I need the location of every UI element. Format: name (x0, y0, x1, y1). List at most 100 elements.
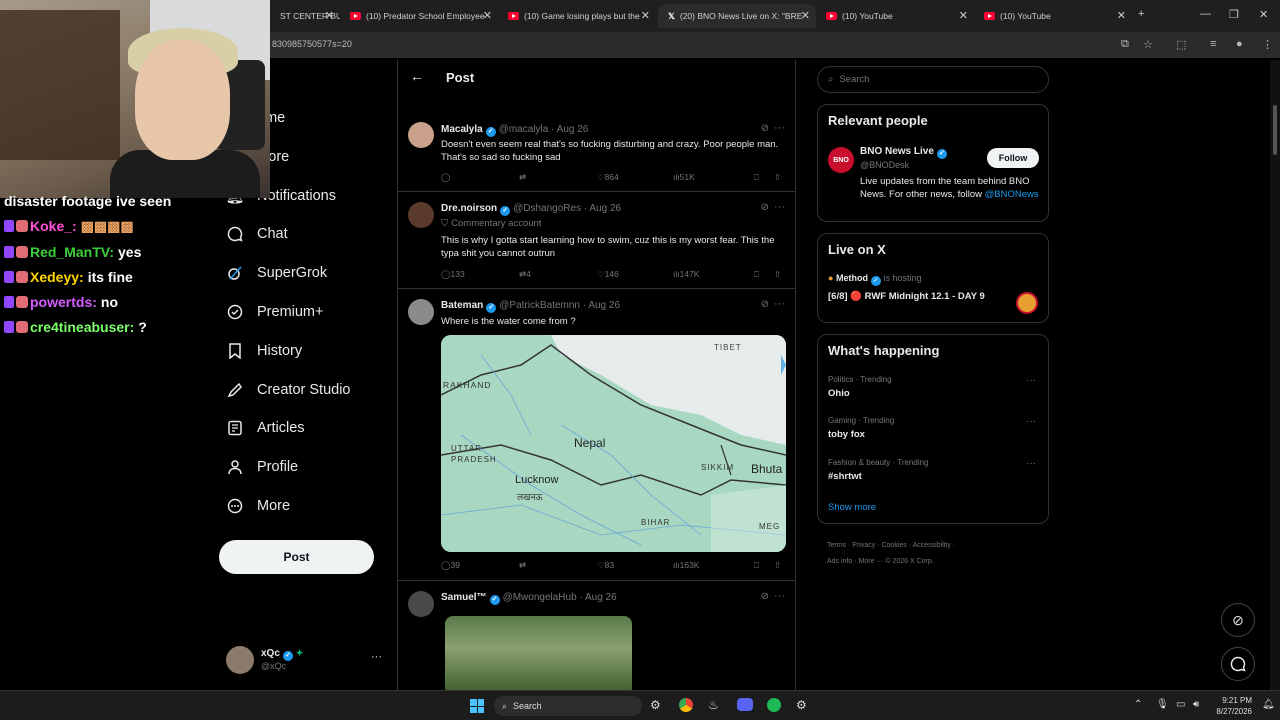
tweet-author[interactable]: Bateman (441, 300, 483, 311)
star-icon[interactable]: ☆ (1143, 38, 1153, 51)
new-tab-icon[interactable]: + (1138, 8, 1144, 20)
chrome-icon[interactable] (679, 698, 693, 712)
tab-2[interactable]: (10) Predator School Employee ✕ (340, 4, 498, 28)
like-button[interactable]: ♡ 146 (597, 269, 619, 280)
tweet-author[interactable]: Samuel™ (441, 592, 487, 603)
app-gear-icon[interactable]: ⚙ (796, 698, 807, 712)
nav-history[interactable]: History (226, 342, 302, 360)
more-dots-icon[interactable]: ··· (774, 298, 785, 310)
mic-icon[interactable]: 🎙︎ (1156, 699, 1169, 710)
menu-icon[interactable]: ⋮ (1262, 38, 1273, 51)
search-input[interactable]: ⌕ Search (817, 66, 1049, 93)
tab-3[interactable]: (10) Game losing plays but the ✕ (498, 4, 656, 28)
nav-articles[interactable]: Articles (226, 419, 305, 437)
grok-float-button[interactable]: ⊘ (1221, 603, 1255, 637)
grok-icon[interactable]: ⊘ (761, 202, 769, 213)
footer-link[interactable]: Terms (827, 542, 846, 549)
media-icon[interactable]: ≡ (1210, 38, 1216, 50)
more-dots-icon[interactable]: ··· (774, 122, 785, 134)
map-image[interactable]: TIBET RAKHAND Nepal UTTAR PRADESH Luckno… (441, 335, 786, 552)
trend-item[interactable]: Fashion & beauty · Trending #shrtwt (828, 458, 1038, 482)
nav-creator-studio[interactable]: Creator Studio (226, 381, 351, 399)
scrollbar[interactable] (1270, 60, 1280, 690)
tweet[interactable]: Dre.noirson ✓ @DshangoRes · Aug 26 ⊘ ··· ⛉ C… (398, 192, 795, 289)
more-dots-icon[interactable]: ··· (774, 590, 785, 602)
close-icon[interactable]: ✕ (483, 9, 492, 22)
person-name[interactable]: BNO News Live (860, 146, 934, 157)
back-arrow-icon[interactable]: ← (410, 68, 424, 84)
tab-4-active[interactable]: 𝕏 (20) BNO News Live on X: "BRE ✕ (658, 4, 816, 28)
host-name[interactable]: Method (836, 273, 868, 283)
url-text[interactable]: 830985750577s=20 (272, 39, 352, 49)
nav-supergrok[interactable]: SuperGrok (226, 264, 327, 282)
spotify-icon[interactable] (767, 698, 781, 712)
more-dots-icon[interactable]: ··· (1026, 416, 1036, 427)
close-icon[interactable]: ✕ (1117, 9, 1126, 22)
steam-icon[interactable]: ♨ (708, 698, 719, 712)
footer-link[interactable]: Accessibility (913, 542, 951, 549)
footer-link[interactable]: Ads info (827, 558, 852, 565)
extensions-icon[interactable]: ⬚ (1176, 38, 1186, 51)
discord-icon[interactable] (737, 698, 753, 711)
share-icon[interactable]: ⇧ (774, 269, 781, 280)
taskbar-search[interactable]: ⌕ Search (494, 696, 642, 716)
close-icon[interactable]: ✕ (641, 9, 650, 22)
like-button[interactable]: ♡ 83 (597, 560, 614, 571)
repost-button[interactable]: ⇄ 4 (519, 269, 531, 280)
grok-icon[interactable]: ⊘ (761, 123, 769, 134)
footer-link[interactable]: Privacy (852, 542, 875, 549)
close-icon[interactable]: ✕ (801, 9, 810, 22)
nav-profile[interactable]: Profile (226, 458, 298, 476)
reply-button[interactable]: ◯ 39 (441, 560, 460, 571)
notification-bell-icon[interactable]: 🔔︎ (1262, 699, 1275, 710)
windows-start-icon[interactable] (470, 699, 484, 713)
like-button[interactable]: ♡ 864 (597, 172, 619, 183)
cast-icon[interactable]: ⧉ (1121, 38, 1129, 51)
nav-premium[interactable]: Premium+ (226, 303, 323, 321)
trend-item[interactable]: Gaming · Trending toby fox (828, 416, 1038, 440)
account-switcher[interactable]: xQc ✓ ✦ @xQc ··· (226, 646, 386, 676)
bookmark-icon[interactable]: ⎕ (754, 560, 759, 571)
tweet-author[interactable]: Dre.noirson (441, 203, 497, 214)
avatar[interactable] (408, 299, 434, 325)
share-icon[interactable]: ⇧ (774, 172, 781, 183)
tab-6[interactable]: (10) YouTube ✕ (974, 4, 1132, 28)
tweet-author[interactable]: Macalyla (441, 124, 483, 135)
settings-gear-icon[interactable]: ⚙ (650, 698, 661, 712)
clock[interactable]: 9:21 PM 8/27/2026 (1212, 695, 1252, 717)
reply-button[interactable]: ◯ 133 (441, 269, 465, 280)
post-button[interactable]: Post (219, 540, 374, 574)
tweet[interactable]: Macalyla ✓ @macalyla · Aug 26 ⊘ ··· Doesn't… (398, 108, 795, 192)
network-icon[interactable]: ▭ (1176, 699, 1185, 710)
close-icon[interactable]: ✕ (959, 9, 968, 22)
tweet-image[interactable] (445, 616, 632, 690)
avatar[interactable] (408, 202, 434, 228)
views-button[interactable]: ılı 51K (673, 172, 695, 182)
bno-avatar[interactable]: BNO (828, 147, 854, 173)
bookmark-icon[interactable]: ⎕ (754, 172, 759, 183)
avatar[interactable] (408, 591, 434, 617)
tweet[interactable]: Samuel™ ✓ @MwongelaHub · Aug 26 ⊘ ··· (398, 581, 795, 690)
views-button[interactable]: ılı 163K (673, 560, 699, 570)
maximize-icon[interactable]: ❐ (1229, 8, 1239, 21)
follow-button[interactable]: Follow (987, 148, 1039, 168)
more-dots-icon[interactable]: ··· (371, 651, 382, 663)
more-dots-icon[interactable]: ··· (1026, 375, 1036, 386)
footer-link[interactable]: Cookies (881, 542, 906, 549)
grok-icon[interactable]: ⊘ (761, 591, 769, 602)
tab-1[interactable]: ST CENTER BU ✕ (270, 4, 340, 28)
show-more-link[interactable]: Show more (828, 502, 876, 513)
live-stream-title[interactable]: [6/8] 🔴 RWF Midnight 12.1 - DAY 9 (828, 291, 985, 302)
window-close-icon[interactable]: ✕ (1259, 8, 1268, 21)
more-dots-icon[interactable]: ··· (1026, 458, 1036, 469)
volume-icon[interactable]: 🔊︎ (1193, 699, 1199, 710)
minimize-icon[interactable]: — (1200, 8, 1211, 20)
profile-avatar-icon[interactable]: ● (1236, 38, 1243, 50)
trend-item[interactable]: Politics · Trending Ohio (828, 375, 1038, 399)
close-icon[interactable]: ✕ (325, 9, 334, 22)
repost-icon[interactable]: ⇄ (519, 172, 526, 183)
tray-chevron-icon[interactable]: ⌃ (1134, 699, 1142, 710)
tab-5[interactable]: (10) YouTube ✕ (816, 4, 974, 28)
nav-chat[interactable]: Chat (226, 225, 288, 243)
bookmark-icon[interactable]: ⎕ (754, 269, 759, 280)
